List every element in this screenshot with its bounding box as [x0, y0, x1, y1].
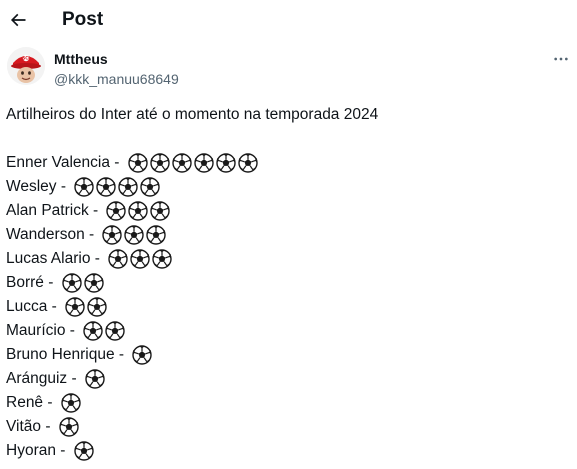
scorer-list: Enner Valencia - Wesley - Alan Patrick -… [6, 151, 571, 463]
soccer-ball-icon [130, 249, 150, 269]
soccer-ball-icon [128, 153, 148, 173]
soccer-ball-icon [194, 153, 214, 173]
user-handle[interactable]: @kkk_manuu68649 [54, 71, 179, 88]
arrow-left-icon [10, 13, 26, 27]
scorer-label: Renê - [6, 394, 57, 411]
goal-balls [83, 321, 127, 341]
goal-balls [108, 249, 174, 269]
soccer-ball-icon [238, 153, 258, 173]
scorer-line: Maurício - [6, 319, 571, 343]
svg-text:SCI: SCI [22, 56, 30, 61]
scorer-label: Wanderson - [6, 226, 99, 243]
scorer-line: Hyoran - [6, 439, 571, 463]
scorer-line: Aránguiz - [6, 367, 571, 391]
page-title: Post [62, 9, 104, 30]
scorer-line: Alan Patrick - [6, 199, 571, 223]
scorer-label: Enner Valencia - [6, 154, 124, 171]
avatar[interactable]: SCI [7, 47, 45, 85]
scorer-line: Lucas Alario - [6, 247, 571, 271]
soccer-ball-icon [61, 393, 81, 413]
scorer-line: Vitão - [6, 415, 571, 439]
goal-balls [85, 369, 107, 389]
scorer-line: Renê - [6, 391, 571, 415]
scorer-line: Bruno Henrique - [6, 343, 571, 367]
goal-balls [128, 153, 260, 173]
goal-balls [61, 273, 106, 293]
soccer-ball-icon [146, 225, 167, 245]
soccer-ball-icon [59, 417, 79, 437]
soccer-ball-icon [150, 153, 170, 173]
scorer-label: Lucca - [6, 298, 62, 315]
scorer-line: Wanderson - [6, 223, 571, 247]
back-button[interactable] [4, 6, 32, 34]
post-header: Post [0, 0, 577, 42]
goal-balls [74, 441, 96, 461]
goal-balls [61, 393, 83, 413]
soccer-ball-icon [128, 201, 149, 221]
soccer-ball-icon [108, 249, 128, 269]
post-author: SCI Mttheus @kkk_manuu68649 [0, 44, 577, 92]
scorer-label: Aránguiz - [6, 370, 81, 387]
goal-balls [65, 297, 109, 317]
display-name[interactable]: Mttheus [54, 51, 108, 68]
more-horizontal-icon [554, 57, 568, 61]
scorer-label: Vitão - [6, 418, 55, 435]
goal-balls [59, 417, 81, 437]
soccer-ball-icon [85, 369, 105, 389]
scorer-line: Wesley - [6, 175, 571, 199]
more-options-button[interactable] [549, 49, 573, 69]
soccer-ball-icon [150, 201, 171, 221]
goal-balls [106, 201, 172, 221]
soccer-ball-icon [74, 177, 95, 197]
goal-balls [74, 177, 162, 197]
post-intro: Artilheiros do Inter até o momento na te… [6, 106, 379, 123]
soccer-ball-icon [124, 225, 145, 245]
soccer-ball-icon [105, 321, 125, 341]
soccer-ball-icon [172, 153, 192, 173]
soccer-ball-icon [74, 441, 94, 461]
post-text: Artilheiros do Inter até o momento na te… [6, 103, 571, 463]
soccer-ball-icon [96, 177, 117, 197]
soccer-ball-icon [106, 201, 127, 221]
sport-club-internacional-crest-avatar: SCI [7, 47, 45, 85]
scorer-label: Borré - [6, 274, 58, 291]
soccer-ball-icon [132, 345, 153, 365]
scorer-label: Wesley - [6, 178, 71, 195]
soccer-ball-icon [118, 177, 139, 197]
scorer-line: Lucca - [6, 295, 571, 319]
soccer-ball-icon [61, 273, 82, 293]
soccer-ball-icon [87, 297, 107, 317]
scorer-label: Lucas Alario - [6, 250, 105, 267]
soccer-ball-icon [140, 177, 161, 197]
soccer-ball-icon [216, 153, 236, 173]
scorer-label: Hyoran - [6, 442, 70, 459]
scorer-line: Enner Valencia - [6, 151, 571, 175]
goal-balls [132, 345, 154, 365]
soccer-ball-icon [83, 273, 104, 293]
scorer-line: Borré - [6, 271, 571, 295]
soccer-ball-icon [102, 225, 123, 245]
scorer-label: Alan Patrick - [6, 202, 103, 219]
scorer-label: Bruno Henrique - [6, 346, 129, 363]
scorer-label: Maurício - [6, 322, 80, 339]
goal-balls [102, 225, 168, 245]
soccer-ball-icon [65, 297, 85, 317]
soccer-ball-icon [83, 321, 103, 341]
soccer-ball-icon [152, 249, 172, 269]
